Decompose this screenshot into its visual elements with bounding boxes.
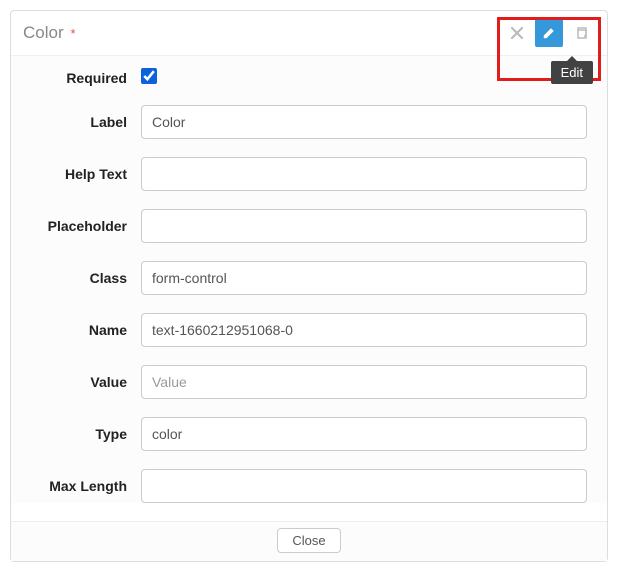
toolbar: [503, 19, 595, 47]
field-config-panel: Color * Required Label Help Text: [10, 10, 608, 562]
help-text-label: Help Text: [31, 166, 141, 182]
pencil-icon: [542, 26, 556, 40]
type-label: Type: [31, 426, 141, 442]
row-type: Type: [31, 417, 587, 451]
name-input[interactable]: [141, 313, 587, 347]
row-placeholder: Placeholder: [31, 209, 587, 243]
copy-button[interactable]: [567, 19, 595, 47]
close-button[interactable]: Close: [277, 528, 340, 553]
label-input[interactable]: [141, 105, 587, 139]
class-label: Class: [31, 270, 141, 286]
placeholder-label: Placeholder: [31, 218, 141, 234]
panel-header: Color *: [11, 11, 607, 56]
max-length-input[interactable]: [141, 469, 587, 503]
copy-icon: [574, 26, 588, 40]
row-label: Label: [31, 105, 587, 139]
help-text-input[interactable]: [141, 157, 587, 191]
required-checkbox[interactable]: [141, 68, 157, 84]
value-input[interactable]: [141, 365, 587, 399]
close-row: Close: [11, 521, 607, 561]
required-label: Required: [31, 70, 141, 86]
row-value: Value: [31, 365, 587, 399]
label-label: Label: [31, 114, 141, 130]
type-input[interactable]: [141, 417, 587, 451]
required-indicator: *: [71, 26, 76, 41]
row-max-length: Max Length: [31, 469, 587, 503]
max-length-label: Max Length: [31, 478, 141, 494]
form-body: Required Label Help Text Placeholder Cla…: [11, 56, 607, 503]
panel-title-wrap: Color *: [23, 23, 76, 43]
name-label: Name: [31, 322, 141, 338]
row-name: Name: [31, 313, 587, 347]
edit-button[interactable]: [535, 19, 563, 47]
row-help-text: Help Text: [31, 157, 587, 191]
panel-title: Color: [23, 23, 64, 42]
row-class: Class: [31, 261, 587, 295]
class-input[interactable]: [141, 261, 587, 295]
value-label: Value: [31, 374, 141, 390]
row-required: Required: [31, 68, 587, 87]
edit-tooltip: Edit: [551, 61, 593, 84]
close-icon: [510, 26, 524, 40]
remove-button[interactable]: [503, 19, 531, 47]
placeholder-input[interactable]: [141, 209, 587, 243]
